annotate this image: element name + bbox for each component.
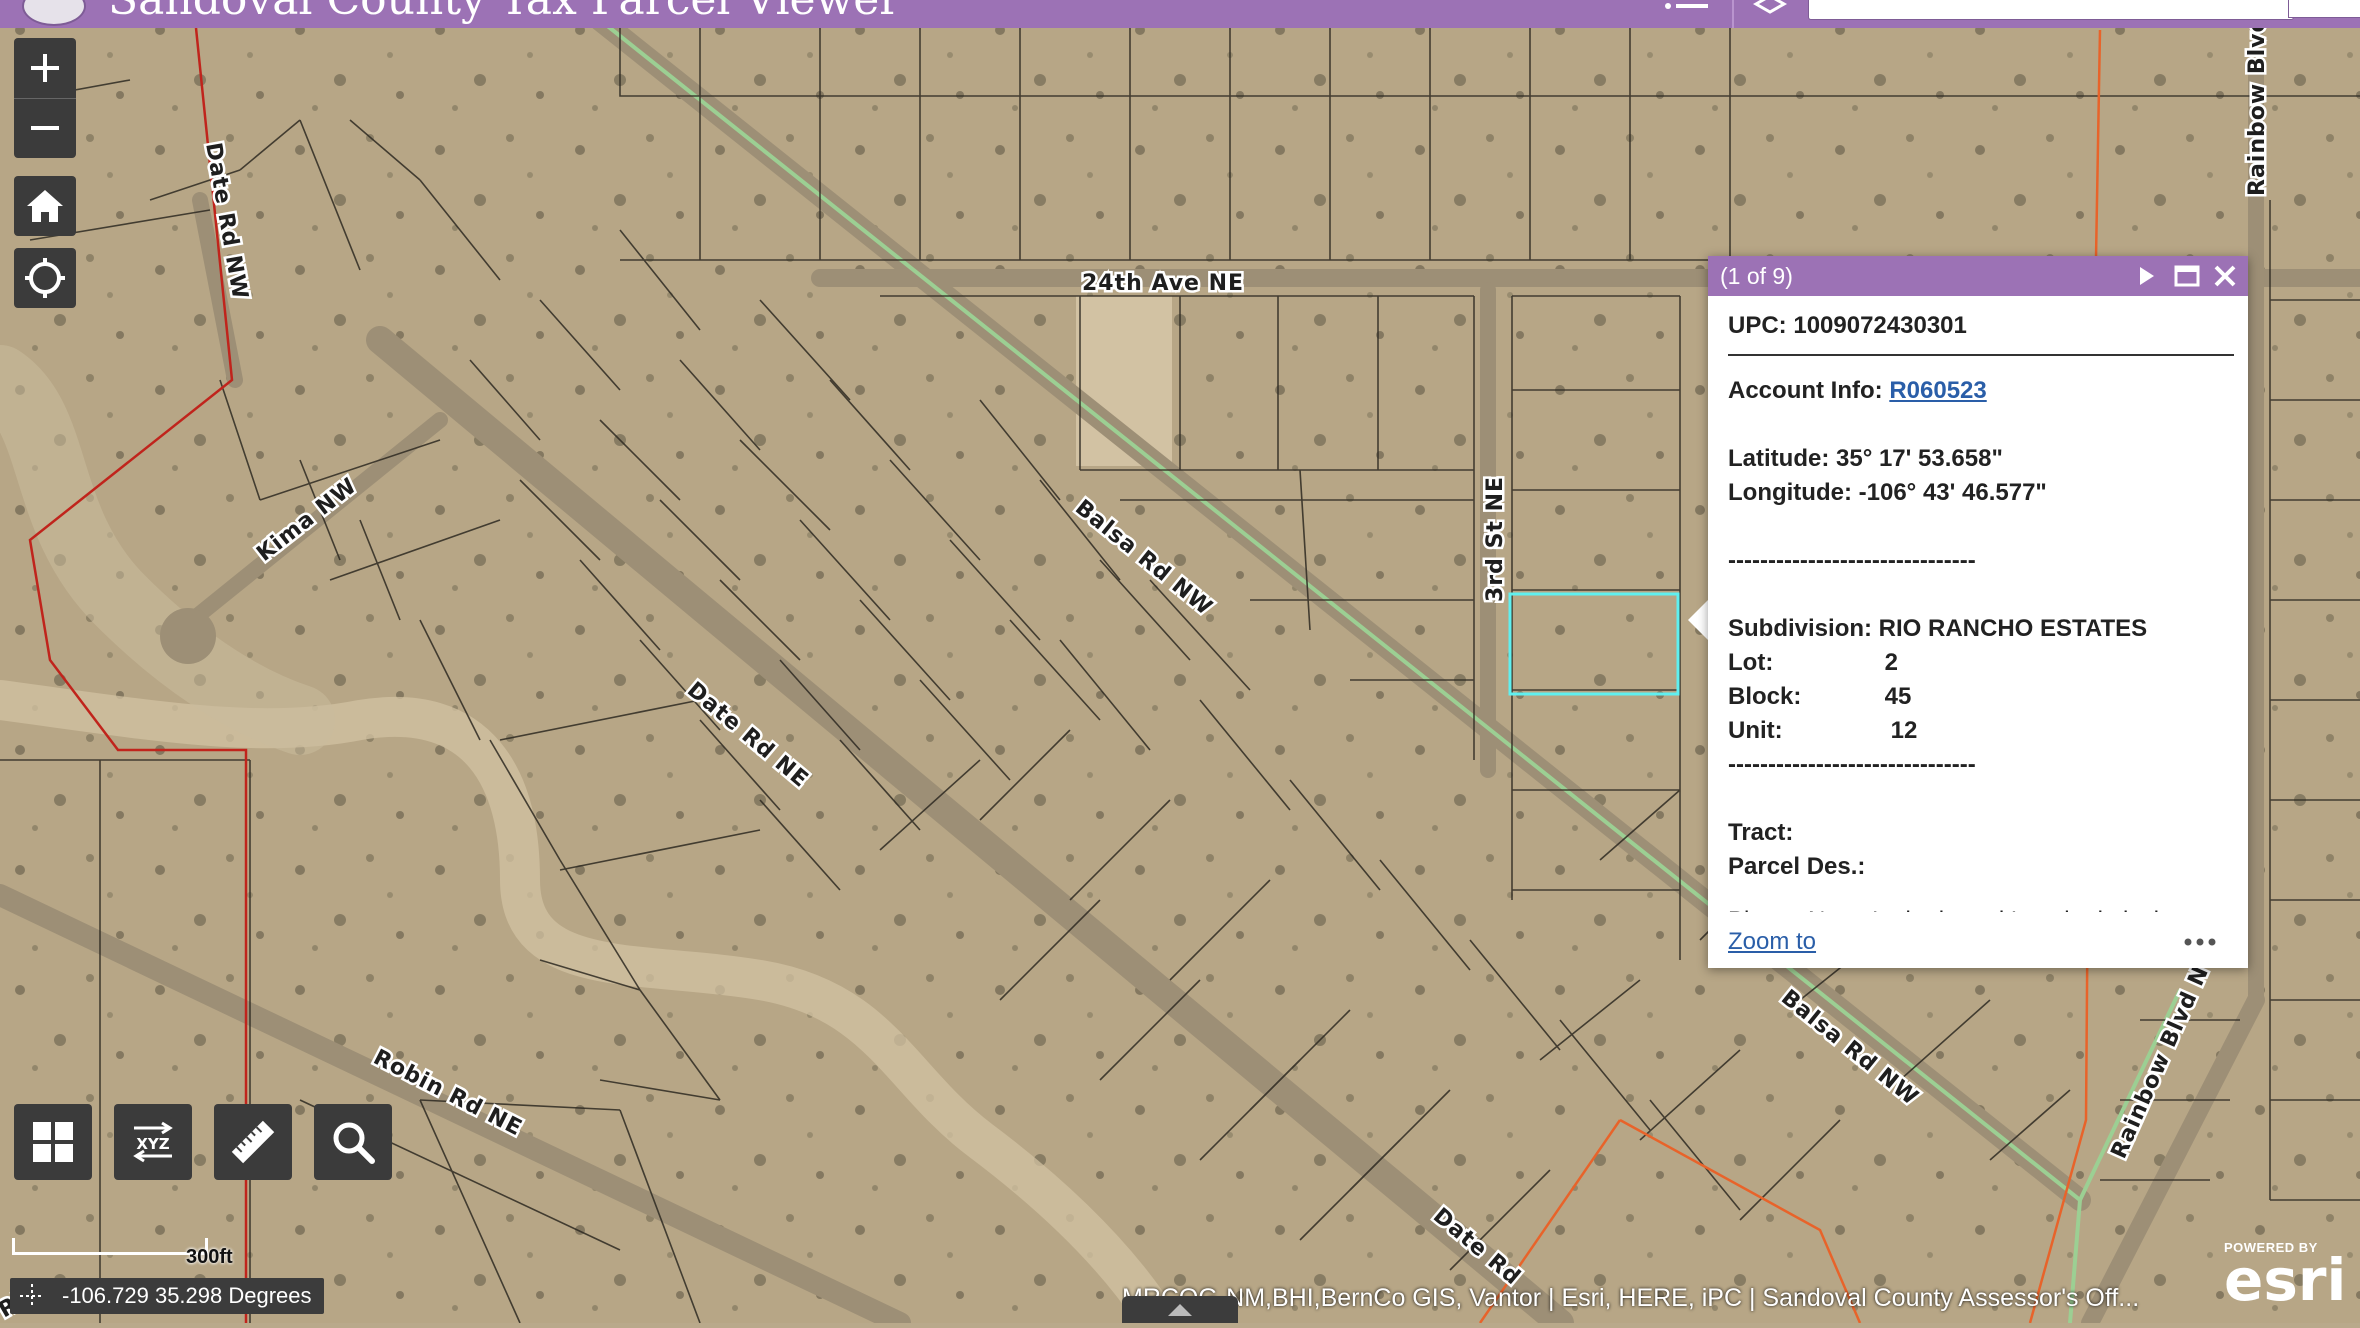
longitude-value: -106° 43' 46.577": [1858, 479, 2047, 506]
minus-icon: [31, 126, 59, 130]
measure-button[interactable]: [214, 1104, 292, 1180]
parcel-des-label: Parcel Des.:: [1728, 853, 1866, 880]
more-options-icon[interactable]: [2182, 932, 2218, 952]
subdivision-line: Subdivision: RIO RANCHO ESTATES: [1728, 612, 2234, 646]
account-info-link[interactable]: R060523: [1889, 377, 1986, 404]
coordinate-text: -106.729 35.298 Degrees: [62, 1283, 312, 1308]
header-divider: [1732, 0, 1734, 28]
popup-divider: [1728, 354, 2234, 356]
block-line: Block: 45: [1728, 680, 2234, 714]
esri-logo[interactable]: POWERED BY esri: [2224, 1240, 2347, 1320]
latitude-line: Latitude: 35° 17' 53.658": [1728, 442, 2234, 476]
svg-text:XYZ: XYZ: [136, 1135, 169, 1153]
search-tool-button[interactable]: [314, 1104, 392, 1180]
road-label-rainbow-blvd-1: Rainbow Blvd: [2245, 16, 2270, 196]
block-value: 45: [1884, 683, 1912, 710]
account-line: Account Info: R060523: [1728, 374, 2234, 408]
tract-line: Tract:: [1728, 816, 2234, 850]
lot-label: Lot:: [1728, 649, 1774, 676]
app-header: Sandoval County Tax Parcel Viewer: [0, 0, 2360, 28]
subdivision-label: Subdivision:: [1728, 615, 1872, 642]
popup-pointer: [1688, 598, 1710, 642]
chevron-up-icon: [1168, 1304, 1192, 1316]
legend-list-icon[interactable]: [1662, 0, 1710, 18]
search-input[interactable]: [1808, 0, 2294, 20]
county-seal-logo: [22, 0, 86, 26]
popup-footer: Zoom to: [1728, 928, 2234, 960]
account-label: Account Info:: [1728, 377, 1883, 404]
search-button[interactable]: [2288, 0, 2360, 18]
map-attribution: MRCOG-NM,BHI,BernCo GIS, Vantor | Esri, …: [1122, 1284, 2140, 1312]
block-label: Block:: [1728, 683, 1802, 710]
road-label-24th-ave: 24th Ave NE: [1082, 271, 1244, 296]
lot-line: Lot: 2: [1728, 646, 2234, 680]
basemap-gallery-button[interactable]: [14, 1104, 92, 1180]
subdivision-value: RIO RANCHO ESTATES: [1878, 615, 2148, 642]
zoom-to-link[interactable]: Zoom to: [1728, 928, 1816, 955]
coordinate-conversion-button[interactable]: XYZ: [114, 1104, 192, 1180]
longitude-label: Longitude:: [1728, 479, 1852, 506]
zoom-out-button[interactable]: [14, 98, 76, 158]
parcel-popup: (1 of 9) UPC: 1009072430301 Account Info…: [1708, 256, 2248, 968]
locate-crosshair-icon: [25, 258, 65, 298]
ruler-icon: [231, 1120, 275, 1164]
lot-value: 2: [1884, 649, 1899, 676]
unit-line: Unit: 12: [1728, 714, 2234, 748]
scale-label: 300ft: [186, 1246, 233, 1268]
home-button[interactable]: [14, 176, 76, 236]
scale-bar: [12, 1238, 208, 1255]
popup-feature-count: (1 of 9): [1720, 263, 1793, 289]
xyz-icon: XYZ: [133, 1121, 173, 1163]
coordinate-readout[interactable]: -106.729 35.298 Degrees: [10, 1278, 324, 1314]
magnifier-icon: [333, 1122, 375, 1164]
separator-2: -------------------------------: [1728, 751, 1976, 778]
popup-note: Please Note: Latitude and Longitude is t…: [1728, 904, 2234, 912]
separator-1: -------------------------------: [1728, 547, 1976, 574]
zoom-in-button[interactable]: [14, 38, 76, 99]
unit-label: Unit:: [1728, 717, 1783, 744]
popup-header: (1 of 9): [1708, 256, 2248, 296]
esri-wordmark: esri: [2224, 1246, 2347, 1314]
layers-icon[interactable]: [1752, 0, 1788, 18]
next-feature-icon[interactable]: [2134, 264, 2158, 288]
grid-icon: [33, 1122, 73, 1162]
cul-de-sac: [160, 608, 216, 664]
latitude-value: 35° 17' 53.658": [1836, 445, 2003, 472]
attribution-toggle[interactable]: [1122, 1296, 1238, 1323]
close-icon[interactable]: [2212, 264, 2238, 288]
upc-line: UPC: 1009072430301: [1728, 312, 2234, 340]
locate-button[interactable]: [14, 248, 76, 308]
parcel-des-line: Parcel Des.:: [1728, 850, 2234, 884]
home-icon: [27, 190, 63, 222]
plus-icon: [31, 54, 59, 82]
tract-label: Tract:: [1728, 819, 1794, 846]
upc-label: UPC:: [1728, 312, 1787, 339]
upc-value: 1009072430301: [1793, 312, 1967, 339]
maximize-icon[interactable]: [2174, 264, 2200, 288]
popup-body: UPC: 1009072430301 Account Info: R060523…: [1728, 312, 2234, 912]
unit-value: 12: [1890, 717, 1918, 744]
crosshair-icon: [20, 1284, 44, 1308]
latitude-label: Latitude:: [1728, 445, 1830, 472]
longitude-line: Longitude: -106° 43' 46.577": [1728, 476, 2234, 510]
app-title: Sandoval County Tax Parcel Viewer: [108, 0, 900, 25]
road-label-3rd-st: 3rd St NE: [1483, 476, 1508, 602]
zoom-controls: [14, 38, 76, 158]
